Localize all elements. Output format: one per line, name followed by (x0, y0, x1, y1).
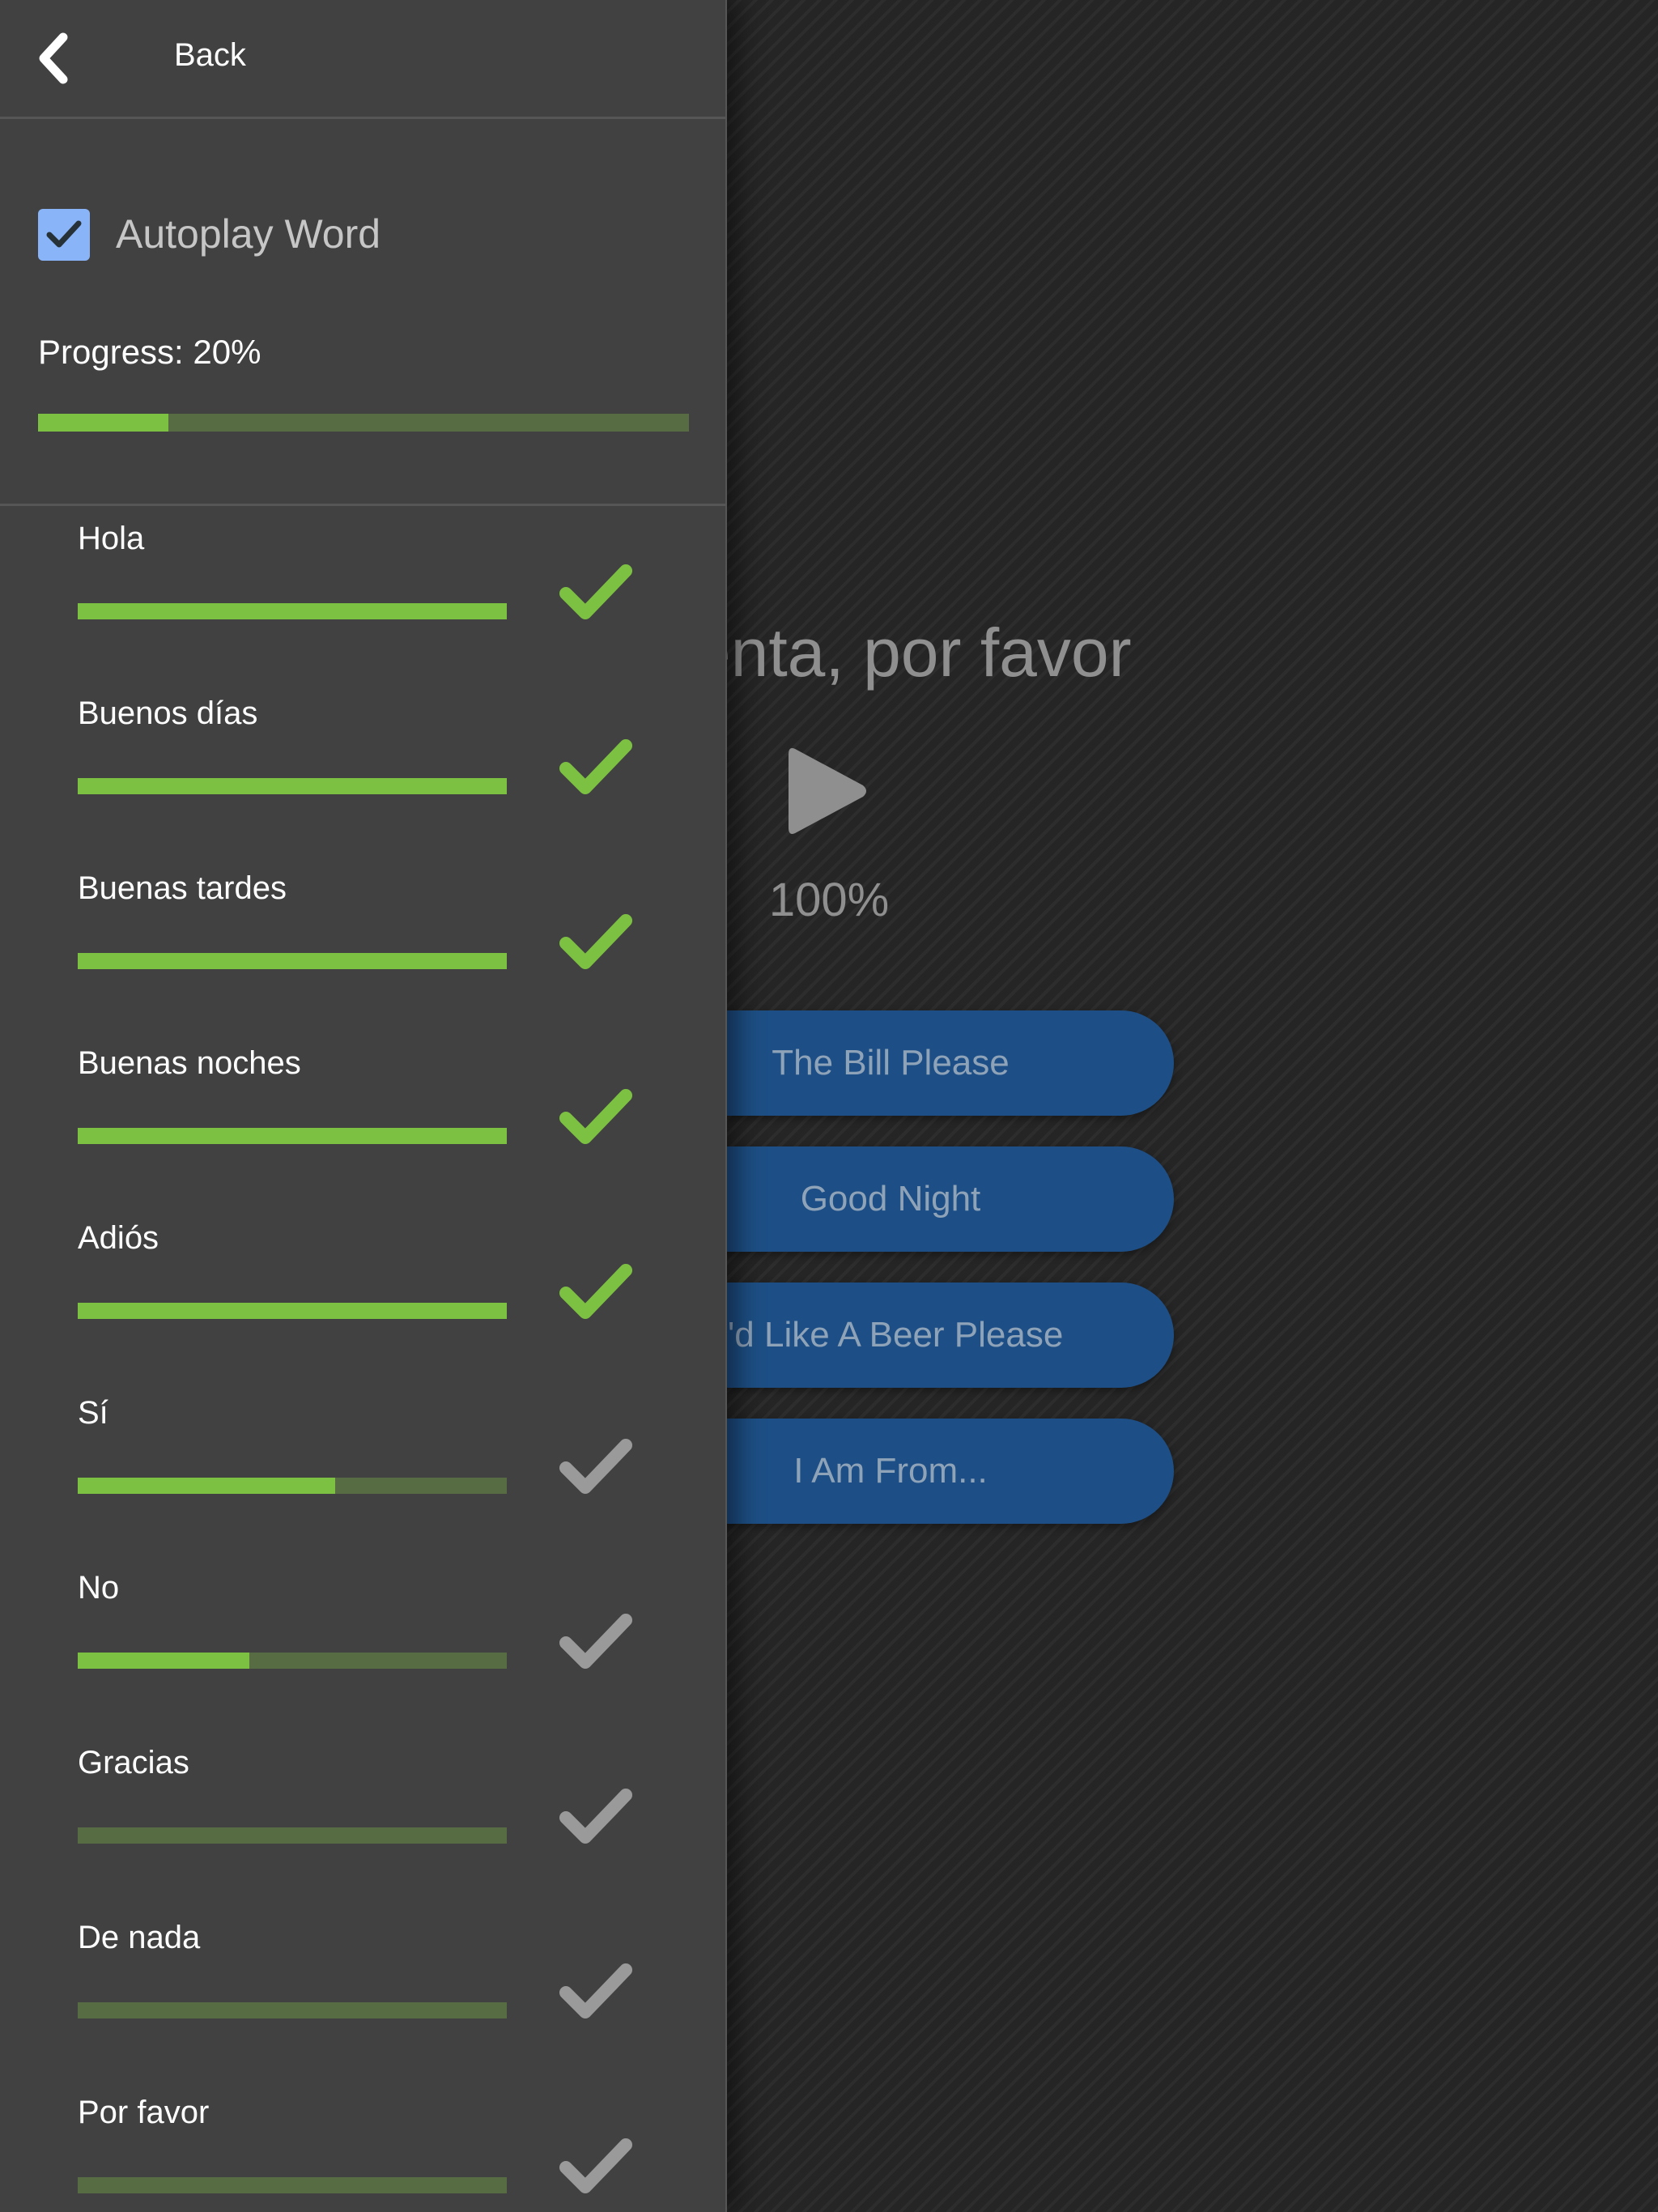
word-label: De nada (78, 1920, 201, 1955)
word-list-item[interactable]: Adiós (0, 1206, 725, 1380)
check-icon (559, 1264, 632, 1319)
word-progress-bar (78, 1827, 507, 1844)
word-list-item[interactable]: Hola (0, 506, 725, 681)
overall-progress-fill (38, 414, 168, 432)
word-progress-bar (78, 603, 507, 619)
word-list-item[interactable]: No (0, 1555, 725, 1730)
check-icon (559, 564, 632, 619)
check-icon (559, 914, 632, 969)
check-icon (559, 739, 632, 794)
word-progress-bar (78, 2177, 507, 2193)
overall-progress-bar (38, 414, 689, 432)
word-label: Buenas noches (78, 1045, 301, 1081)
back-chevron-icon[interactable] (34, 32, 79, 84)
word-progress-bar (78, 778, 507, 794)
word-progress-fill (78, 1653, 249, 1669)
word-progress-bar (78, 1303, 507, 1319)
word-label: Gracias (78, 1745, 189, 1780)
word-list-item[interactable]: Por favor (0, 2080, 725, 2212)
word-progress-fill (78, 1128, 507, 1144)
play-icon[interactable] (785, 743, 871, 839)
word-progress-fill (78, 778, 507, 794)
word-progress-fill (78, 953, 507, 969)
check-icon (559, 1963, 632, 2018)
word-list-item[interactable]: Sí (0, 1380, 725, 1555)
progress-label: Progress: 20% (38, 333, 261, 371)
autoplay-label[interactable]: Autoplay Word (116, 211, 380, 257)
side-panel: Back Autoplay Word Progress: 20% Hola Bu… (0, 0, 727, 2212)
word-label: Por favor (78, 2095, 210, 2130)
word-label: Adiós (78, 1220, 159, 1256)
panel-header: Back (0, 0, 725, 119)
word-list-item[interactable]: Gracias (0, 1730, 725, 1905)
word-list-item[interactable]: Buenas tardes (0, 856, 725, 1031)
word-label: No (78, 1570, 120, 1606)
word-progress-fill (78, 1478, 335, 1494)
back-button[interactable]: Back (174, 37, 246, 74)
word-progress-bar (78, 1653, 507, 1669)
word-progress-bar (78, 1478, 507, 1494)
autoplay-checkbox[interactable] (38, 209, 90, 261)
word-label: Sí (78, 1395, 108, 1431)
word-progress-fill (78, 603, 507, 619)
check-icon (559, 2138, 632, 2193)
word-list-item[interactable]: Buenas noches (0, 1031, 725, 1206)
check-icon (559, 1614, 632, 1669)
check-icon (559, 1439, 632, 1494)
word-label: Hola (78, 521, 145, 556)
check-icon (559, 1789, 632, 1844)
settings-section: Autoplay Word Progress: 20% (0, 119, 725, 506)
word-list-item[interactable]: Buenos días (0, 681, 725, 856)
word-progress-fill (78, 1303, 507, 1319)
check-icon (559, 1089, 632, 1144)
word-label: Buenas tardes (78, 870, 287, 906)
word-progress-bar (78, 953, 507, 969)
word-progress-bar (78, 2002, 507, 2018)
word-list-item[interactable]: De nada (0, 1905, 725, 2080)
word-label: Buenos días (78, 696, 258, 731)
word-progress-bar (78, 1128, 507, 1144)
word-list: Hola Buenos días Buenas tardes Buenas no… (0, 506, 725, 2212)
